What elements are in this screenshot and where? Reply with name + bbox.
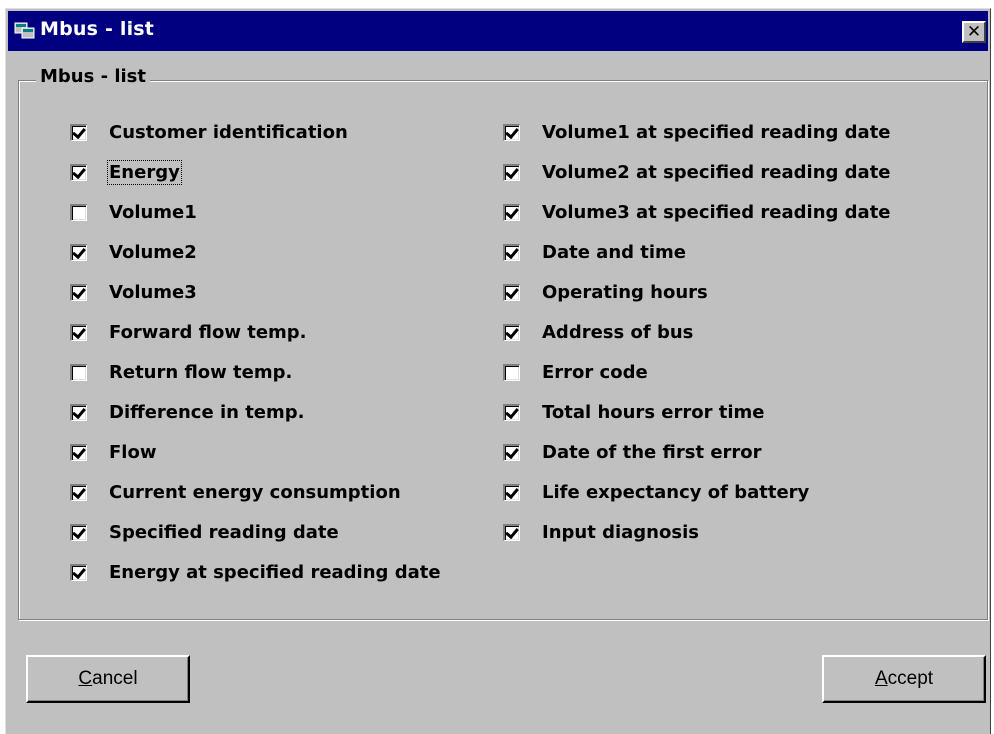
checkbox-volume1-at-specified-reading-date[interactable]: Volume1 at specified reading date	[503, 112, 891, 152]
checkbox-box[interactable]	[70, 323, 87, 341]
checkbox-volume1[interactable]: Volume1	[70, 192, 441, 232]
checkbox-label: Volume2 at specified reading date	[542, 161, 891, 183]
close-icon: ✕	[966, 21, 982, 42]
checkbox-label: Volume2	[109, 241, 197, 263]
checkbox-specified-reading-date[interactable]: Specified reading date	[70, 512, 441, 552]
checkbox-label: Address of bus	[542, 321, 694, 343]
title-bar[interactable]: Mbus - list ✕	[8, 11, 988, 51]
checkbox-label: Volume1 at specified reading date	[542, 121, 891, 143]
accept-mnemonic: A	[874, 668, 888, 689]
cancel-label-rest: ancel	[92, 668, 138, 689]
checkbox-label: Total hours error time	[542, 401, 765, 423]
checkbox-label: Return flow temp.	[109, 361, 293, 383]
checkbox-box[interactable]	[503, 323, 520, 341]
close-button[interactable]: ✕	[962, 21, 986, 43]
checkbox-box[interactable]	[70, 563, 87, 581]
checkbox-box[interactable]	[70, 123, 87, 141]
checkbox-label: Forward flow temp.	[109, 321, 307, 343]
groupbox-label: Mbus - list	[36, 66, 150, 87]
checkbox-life-expectancy-of-battery[interactable]: Life expectancy of battery	[503, 472, 891, 512]
checkbox-date-and-time[interactable]: Date and time	[503, 232, 891, 272]
checkbox-box[interactable]	[70, 283, 87, 301]
checkbox-label: Volume3 at specified reading date	[542, 201, 891, 223]
checkbox-box[interactable]	[503, 523, 520, 541]
checkbox-return-flow-temp[interactable]: Return flow temp.	[70, 352, 441, 392]
accept-label-rest: ccept	[887, 668, 934, 689]
checkbox-operating-hours[interactable]: Operating hours	[503, 272, 891, 312]
checkbox-label: Volume3	[109, 281, 197, 303]
checkbox-box[interactable]	[503, 363, 520, 381]
checkbox-energy-at-specified-reading-date[interactable]: Energy at specified reading date	[70, 552, 441, 592]
accept-button[interactable]: Accept	[822, 655, 986, 703]
checkbox-label: Date and time	[542, 241, 687, 263]
checkbox-label: Current energy consumption	[109, 481, 401, 503]
checkbox-label: Error code	[542, 361, 648, 383]
checkbox-box[interactable]	[503, 403, 520, 421]
checkbox-box[interactable]	[70, 203, 87, 221]
checkbox-total-hours-error-time[interactable]: Total hours error time	[503, 392, 891, 432]
checkbox-label: Energy at specified reading date	[109, 561, 441, 583]
checkbox-input-diagnosis[interactable]: Input diagnosis	[503, 512, 891, 552]
checkbox-forward-flow-temp[interactable]: Forward flow temp.	[70, 312, 441, 352]
checkbox-label: Energy	[107, 159, 182, 185]
cancel-mnemonic: C	[78, 668, 93, 689]
checkbox-box[interactable]	[70, 483, 87, 501]
checkbox-label: Difference in temp.	[109, 401, 305, 423]
app-window-icon	[14, 22, 35, 39]
checkbox-box[interactable]	[503, 483, 520, 501]
checkbox-box[interactable]	[503, 203, 520, 221]
checkbox-box[interactable]	[70, 523, 87, 541]
cancel-button[interactable]: Cancel	[26, 655, 190, 703]
checkbox-label: Flow	[109, 441, 157, 463]
checkbox-flow[interactable]: Flow	[70, 432, 441, 472]
right-checkbox-column: Volume1 at specified reading date Volume2…	[503, 112, 891, 552]
checkbox-volume3[interactable]: Volume3	[70, 272, 441, 312]
checkbox-volume2-at-specified-reading-date[interactable]: Volume2 at specified reading date	[503, 152, 891, 192]
checkbox-box[interactable]	[503, 123, 520, 141]
checkbox-volume2[interactable]: Volume2	[70, 232, 441, 272]
checkbox-label: Input diagnosis	[542, 521, 699, 543]
checkbox-address-of-bus[interactable]: Address of bus	[503, 312, 891, 352]
checkbox-label: Date of the first error	[542, 441, 762, 463]
checkbox-label: Life expectancy of battery	[542, 481, 810, 503]
checkbox-box[interactable]	[503, 163, 520, 181]
checkbox-box[interactable]	[503, 443, 520, 461]
checkbox-box[interactable]	[70, 163, 87, 181]
checkbox-label: Volume1	[109, 201, 197, 223]
window-title: Mbus - list	[40, 18, 155, 40]
checkbox-box[interactable]	[70, 443, 87, 461]
checkbox-box[interactable]	[503, 243, 520, 261]
checkbox-current-energy-consumption[interactable]: Current energy consumption	[70, 472, 441, 512]
checkbox-label: Operating hours	[542, 281, 708, 303]
checkbox-energy[interactable]: Energy	[70, 152, 441, 192]
checkbox-error-code[interactable]: Error code	[503, 352, 891, 392]
checkbox-customer-identification[interactable]: Customer identification	[70, 112, 441, 152]
checkbox-difference-in-temp[interactable]: Difference in temp.	[70, 392, 441, 432]
checkbox-label: Customer identification	[109, 121, 348, 143]
checkbox-volume3-at-specified-reading-date[interactable]: Volume3 at specified reading date	[503, 192, 891, 232]
checkbox-box[interactable]	[70, 363, 87, 381]
checkbox-box[interactable]	[503, 283, 520, 301]
checkbox-box[interactable]	[70, 403, 87, 421]
left-checkbox-column: Customer identification Energy Volume1 Volu…	[70, 112, 441, 592]
checkbox-date-of-the-first-error[interactable]: Date of the first error	[503, 432, 891, 472]
checkbox-box[interactable]	[70, 243, 87, 261]
checkbox-label: Specified reading date	[109, 521, 339, 543]
